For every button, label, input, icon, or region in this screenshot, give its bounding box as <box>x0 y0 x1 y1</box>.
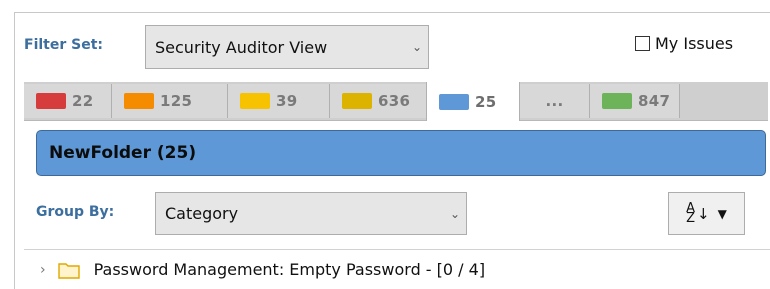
dropdown-triangle-icon: ▼ <box>717 206 727 221</box>
group-by-dropdown[interactable]: Category ⌄ <box>155 192 467 235</box>
tab-count: 125 <box>160 92 193 110</box>
folder-title: NewFolder (25) <box>49 143 197 163</box>
tab-count: 25 <box>475 92 497 111</box>
expand-chevron-icon[interactable]: › <box>40 262 46 278</box>
medium-swatch-icon <box>240 93 270 109</box>
chevron-down-icon: ⌄ <box>411 40 423 54</box>
sort-arrow-icon: ↓ <box>697 204 710 223</box>
tab-more[interactable]: ... <box>520 84 590 118</box>
tab-medium[interactable]: 39 <box>228 84 330 118</box>
sort-button[interactable]: AZ ↓ ▼ <box>668 192 745 235</box>
divider <box>24 249 770 250</box>
tab-count: 39 <box>276 92 298 110</box>
folder-icon <box>57 261 80 279</box>
newfolder-swatch-icon <box>439 93 469 110</box>
filter-set-label: Filter Set: <box>24 37 103 53</box>
tab-count: 22 <box>72 92 94 110</box>
tab-high[interactable]: 125 <box>112 84 228 118</box>
tab-count: 847 <box>638 92 671 110</box>
tab-all[interactable]: 847 <box>590 84 680 118</box>
tab-more-label: ... <box>545 92 564 110</box>
group-by-value: Category <box>165 204 239 223</box>
filter-set-dropdown[interactable]: Security Auditor View ⌄ <box>145 25 429 69</box>
high-swatch-icon <box>124 93 154 109</box>
critical-swatch-icon <box>36 93 66 109</box>
priority-tab-bar: 22 125 39 636 25 ... 847 <box>24 82 768 121</box>
tree-item[interactable]: › Password Management: Empty Password - … <box>40 260 485 279</box>
my-issues-checkbox[interactable] <box>635 36 650 51</box>
tab-critical[interactable]: 22 <box>24 84 112 118</box>
folder-header: NewFolder (25) <box>36 130 766 176</box>
all-swatch-icon <box>602 93 632 109</box>
my-issues-toggle[interactable]: My Issues <box>635 34 733 53</box>
low-swatch-icon <box>342 93 372 109</box>
group-by-label: Group By: <box>36 204 115 220</box>
sort-az-icon: AZ <box>686 200 696 226</box>
chevron-down-icon: ⌄ <box>449 206 461 221</box>
tab-count: 636 <box>378 92 411 110</box>
my-issues-label: My Issues <box>655 34 734 53</box>
filter-set-value: Security Auditor View <box>155 37 328 57</box>
tab-newfolder[interactable]: 25 <box>426 82 520 121</box>
tree-item-label: Password Management: Empty Password - [0… <box>93 260 486 279</box>
